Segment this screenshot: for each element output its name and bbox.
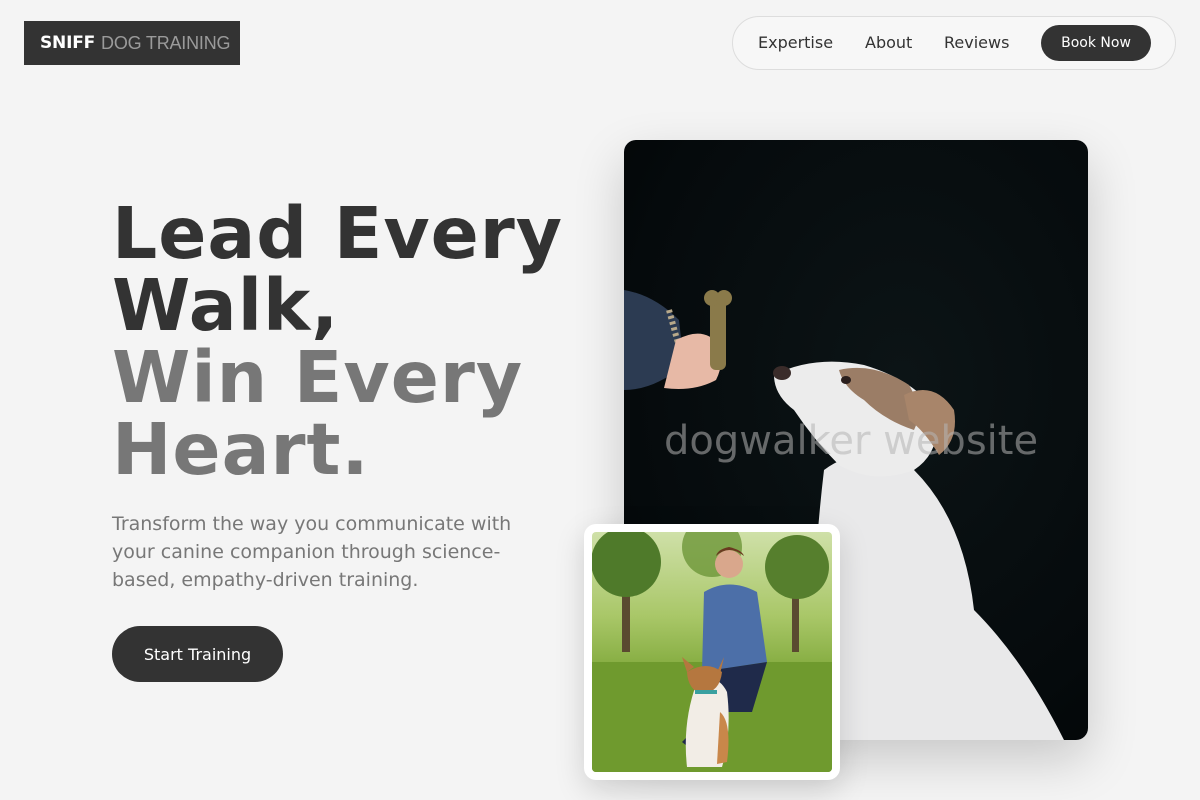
start-training-button[interactable]: Start Training (112, 626, 283, 682)
brand-name-bold: SNIFF (40, 33, 96, 53)
nav-link-about[interactable]: About (865, 33, 912, 52)
hero-subtext: Transform the way you communicate with y… (112, 513, 512, 591)
headline-line-2: Walk, (112, 264, 340, 347)
brand-logo[interactable]: SNIFF DOG TRAINING (24, 21, 240, 65)
brand-name-light: DOG TRAINING (101, 32, 231, 53)
nav-link-reviews[interactable]: Reviews (944, 33, 1009, 52)
book-now-button[interactable]: Book Now (1041, 25, 1151, 61)
headline-line-1: Lead Every (112, 192, 564, 275)
hero-headline: Lead Every Walk, Win Every Heart. (112, 198, 563, 486)
nav-link-expertise[interactable]: Expertise (758, 33, 833, 52)
headline-line-4: Heart. (112, 408, 370, 491)
park-scene-illustration (592, 532, 832, 772)
secondary-photo-card (584, 524, 840, 780)
headline-line-3: Win Every (112, 336, 524, 419)
image-watermark: dogwalker website (664, 418, 1039, 464)
man-with-dog-photo (592, 532, 832, 772)
main-navigation: Expertise About Reviews Book Now (732, 16, 1176, 70)
